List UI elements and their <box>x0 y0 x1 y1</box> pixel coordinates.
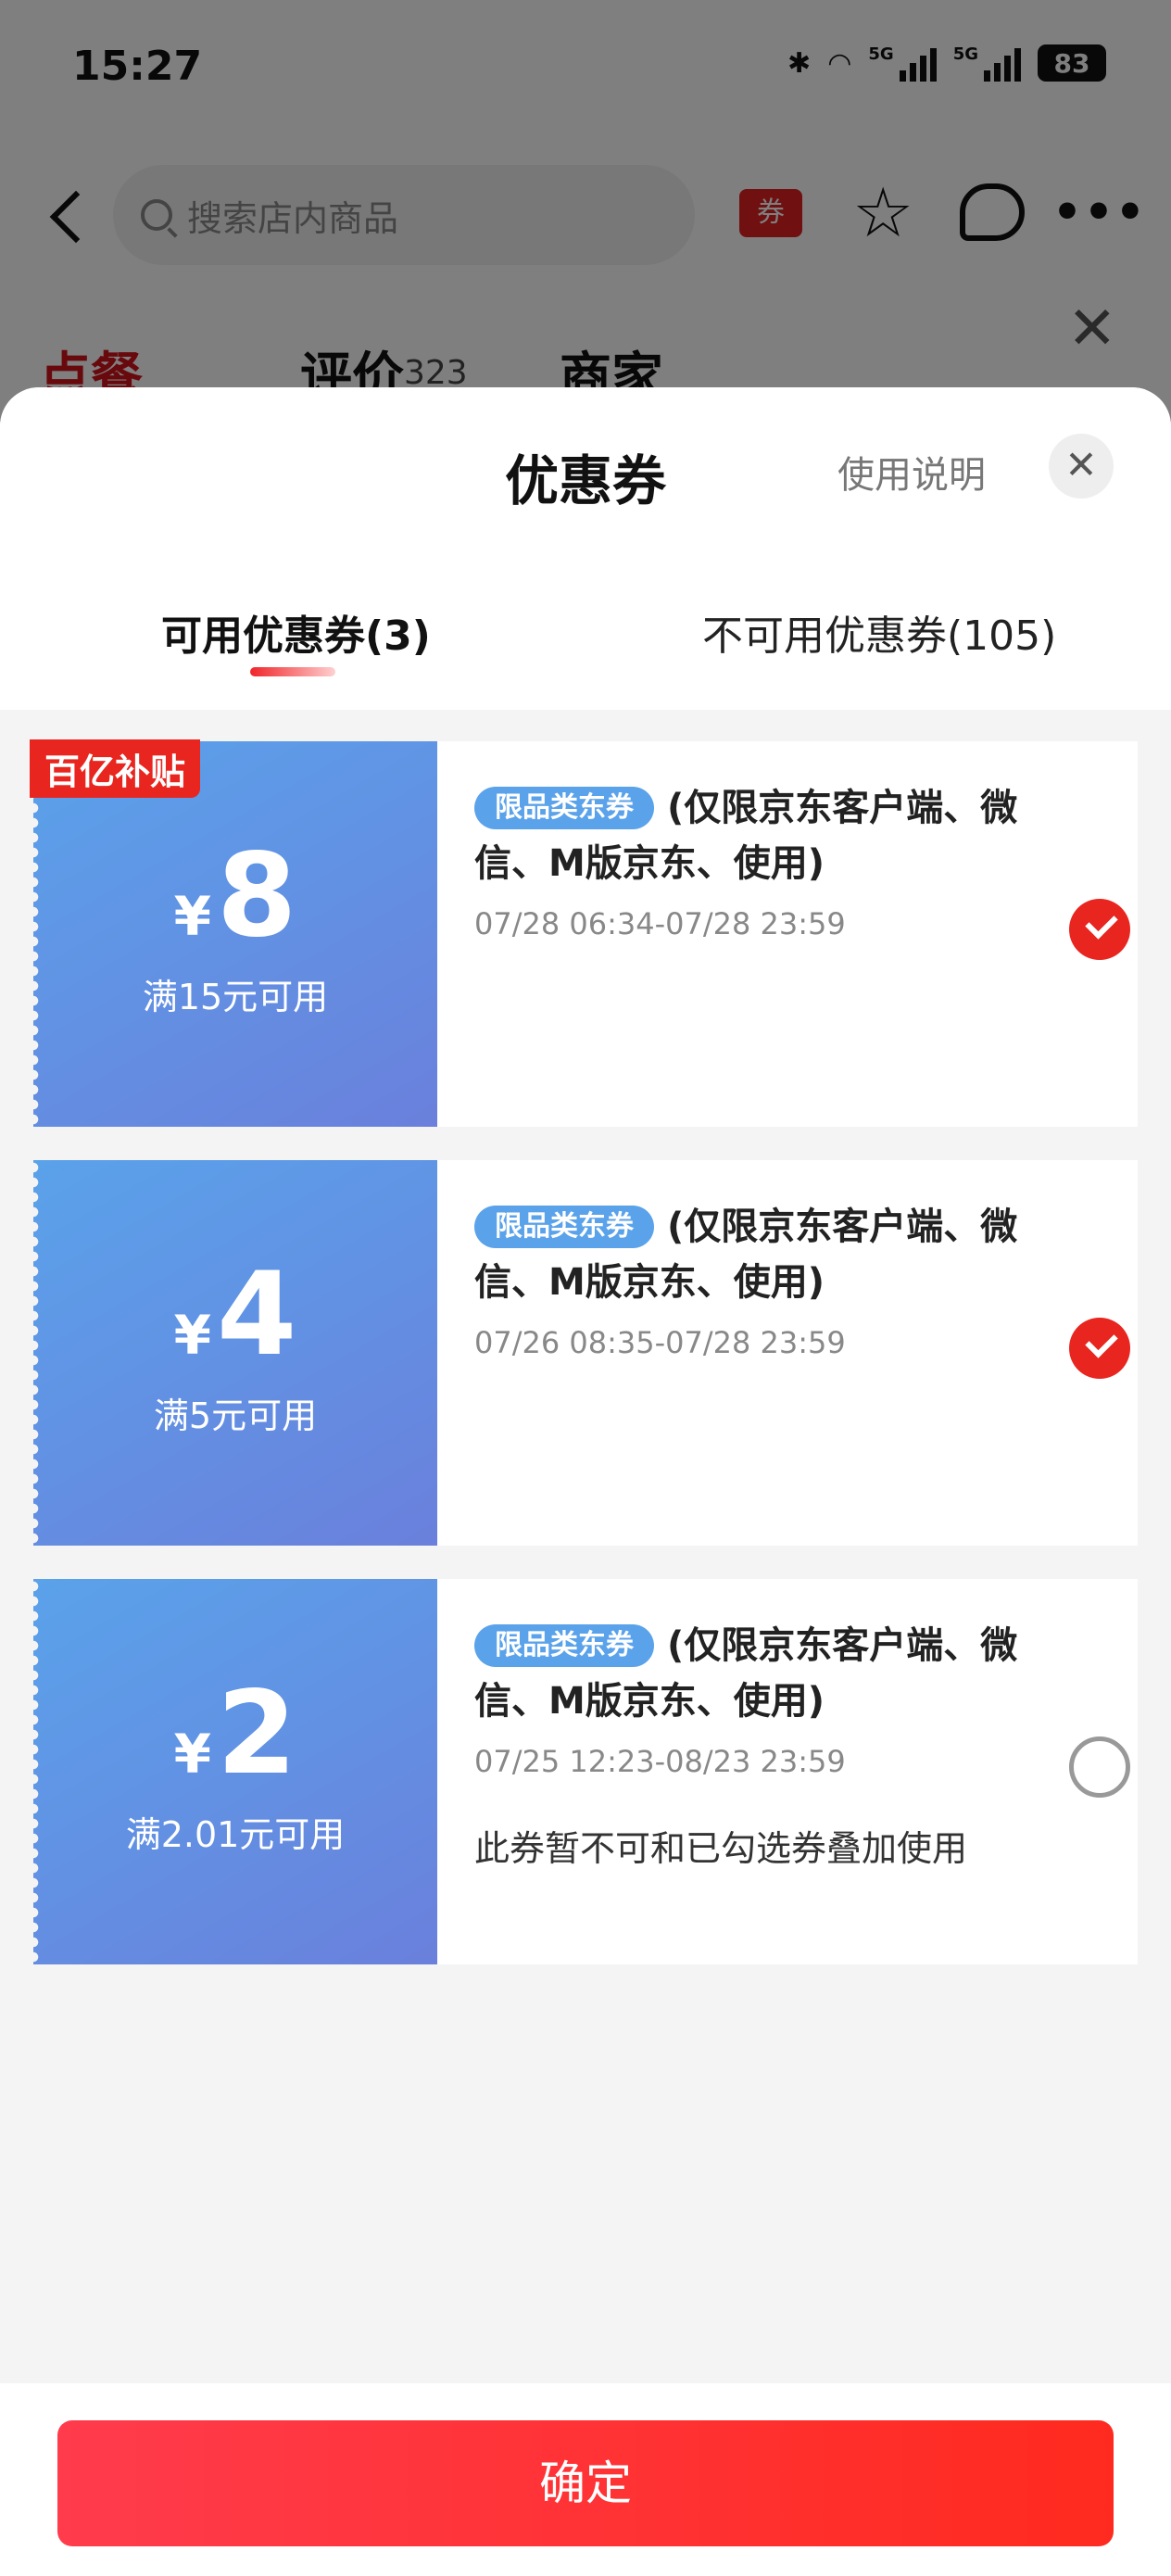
coupon-type-tag: 限品类东券 <box>474 787 654 829</box>
active-tab-indicator <box>250 667 335 676</box>
coupon-description: 限品类东券 (仅限京东客户端、微信、M版京东、使用) <box>474 1199 1058 1310</box>
coupon-threshold: 满15元可用 <box>142 976 329 1017</box>
coupon-value: 2 <box>217 1666 297 1800</box>
coupon-type-tag: 限品类东券 <box>474 1624 654 1667</box>
coupon-amount-panel: ¥ 4 满5元可用 <box>28 1160 437 1546</box>
coupon-description: 限品类东券 (仅限京东客户端、微信、M版京东、使用) <box>474 1618 1058 1729</box>
tab-available[interactable]: 可用优惠券(3) <box>161 602 431 662</box>
coupon-type-tag: 限品类东券 <box>474 1206 654 1248</box>
sheet-title: 优惠券 <box>504 449 666 512</box>
confirm-button[interactable]: 确定 <box>57 2420 1114 2546</box>
coupon-value: 4 <box>217 1247 297 1382</box>
coupon-amount: ¥ 4 <box>174 1250 297 1380</box>
coupon-threshold: 满5元可用 <box>153 1395 318 1436</box>
coupon-value: 8 <box>217 828 297 963</box>
subsidy-badge: 百亿补贴 <box>30 739 201 798</box>
coupon-amount: ¥ 2 <box>174 1669 297 1799</box>
coupon-validity: 07/26 08:35-07/28 23:59 <box>474 1325 846 1360</box>
coupon-card[interactable]: ¥ 2 满2.01元可用 限品类东券 (仅限京东客户端、微信、M版京东、使用) 0… <box>28 1579 1138 1964</box>
coupon-list: 百亿补贴 ¥ 8 满15元可用 限品类东券 (仅限京东客户端、微信、M版京东、使用… <box>28 739 1138 1998</box>
coupon-info: 限品类东券 (仅限京东客户端、微信、M版京东、使用) 07/28 06:34-07… <box>437 741 1138 1127</box>
sheet-header: 优惠券 使用说明 ✕ 可用优惠券(3) 不可用优惠券(105) <box>0 387 1171 710</box>
coupon-amount-panel: ¥ 2 满2.01元可用 <box>28 1579 437 1964</box>
currency-symbol: ¥ <box>173 1722 212 1786</box>
coupon-card[interactable]: ¥ 4 满5元可用 限品类东券 (仅限京东客户端、微信、M版京东、使用) 07/2… <box>28 1160 1138 1546</box>
coupon-checkbox-checked[interactable] <box>1069 1318 1130 1379</box>
currency-symbol: ¥ <box>173 1303 212 1367</box>
coupon-sheet: 优惠券 使用说明 ✕ 可用优惠券(3) 不可用优惠券(105) 百亿补贴 ¥ 8… <box>0 387 1171 2576</box>
coupon-checkbox-checked[interactable] <box>1069 899 1130 960</box>
coupon-validity: 07/25 12:23-08/23 23:59 <box>474 1744 846 1779</box>
coupon-amount-panel: 百亿补贴 ¥ 8 满15元可用 <box>28 739 437 1127</box>
coupon-note: 此券暂不可和已勾选券叠加使用 <box>474 1828 968 1869</box>
coupon-amount: ¥ 8 <box>174 831 297 961</box>
close-icon: ✕ <box>1064 442 1098 487</box>
coupon-card[interactable]: 百亿补贴 ¥ 8 满15元可用 限品类东券 (仅限京东客户端、微信、M版京东、使用… <box>28 739 1138 1127</box>
coupon-threshold: 满2.01元可用 <box>125 1813 346 1855</box>
coupon-checkbox-unchecked[interactable] <box>1069 1736 1130 1798</box>
close-button[interactable]: ✕ <box>1049 434 1114 499</box>
coupon-description: 限品类东券 (仅限京东客户端、微信、M版京东、使用) <box>474 780 1058 891</box>
sheet-footer: 确定 <box>0 2383 1171 2576</box>
tab-unavailable[interactable]: 不可用优惠券(105) <box>702 602 1056 662</box>
coupon-info: 限品类东券 (仅限京东客户端、微信、M版京东、使用) 07/25 12:23-08… <box>437 1579 1138 1964</box>
coupon-info: 限品类东券 (仅限京东客户端、微信、M版京东、使用) 07/26 08:35-07… <box>437 1160 1138 1546</box>
usage-instructions-link[interactable]: 使用说明 <box>837 445 986 499</box>
coupon-validity: 07/28 06:34-07/28 23:59 <box>474 906 846 941</box>
dim-overlay[interactable] <box>0 0 1171 426</box>
currency-symbol: ¥ <box>173 884 212 948</box>
